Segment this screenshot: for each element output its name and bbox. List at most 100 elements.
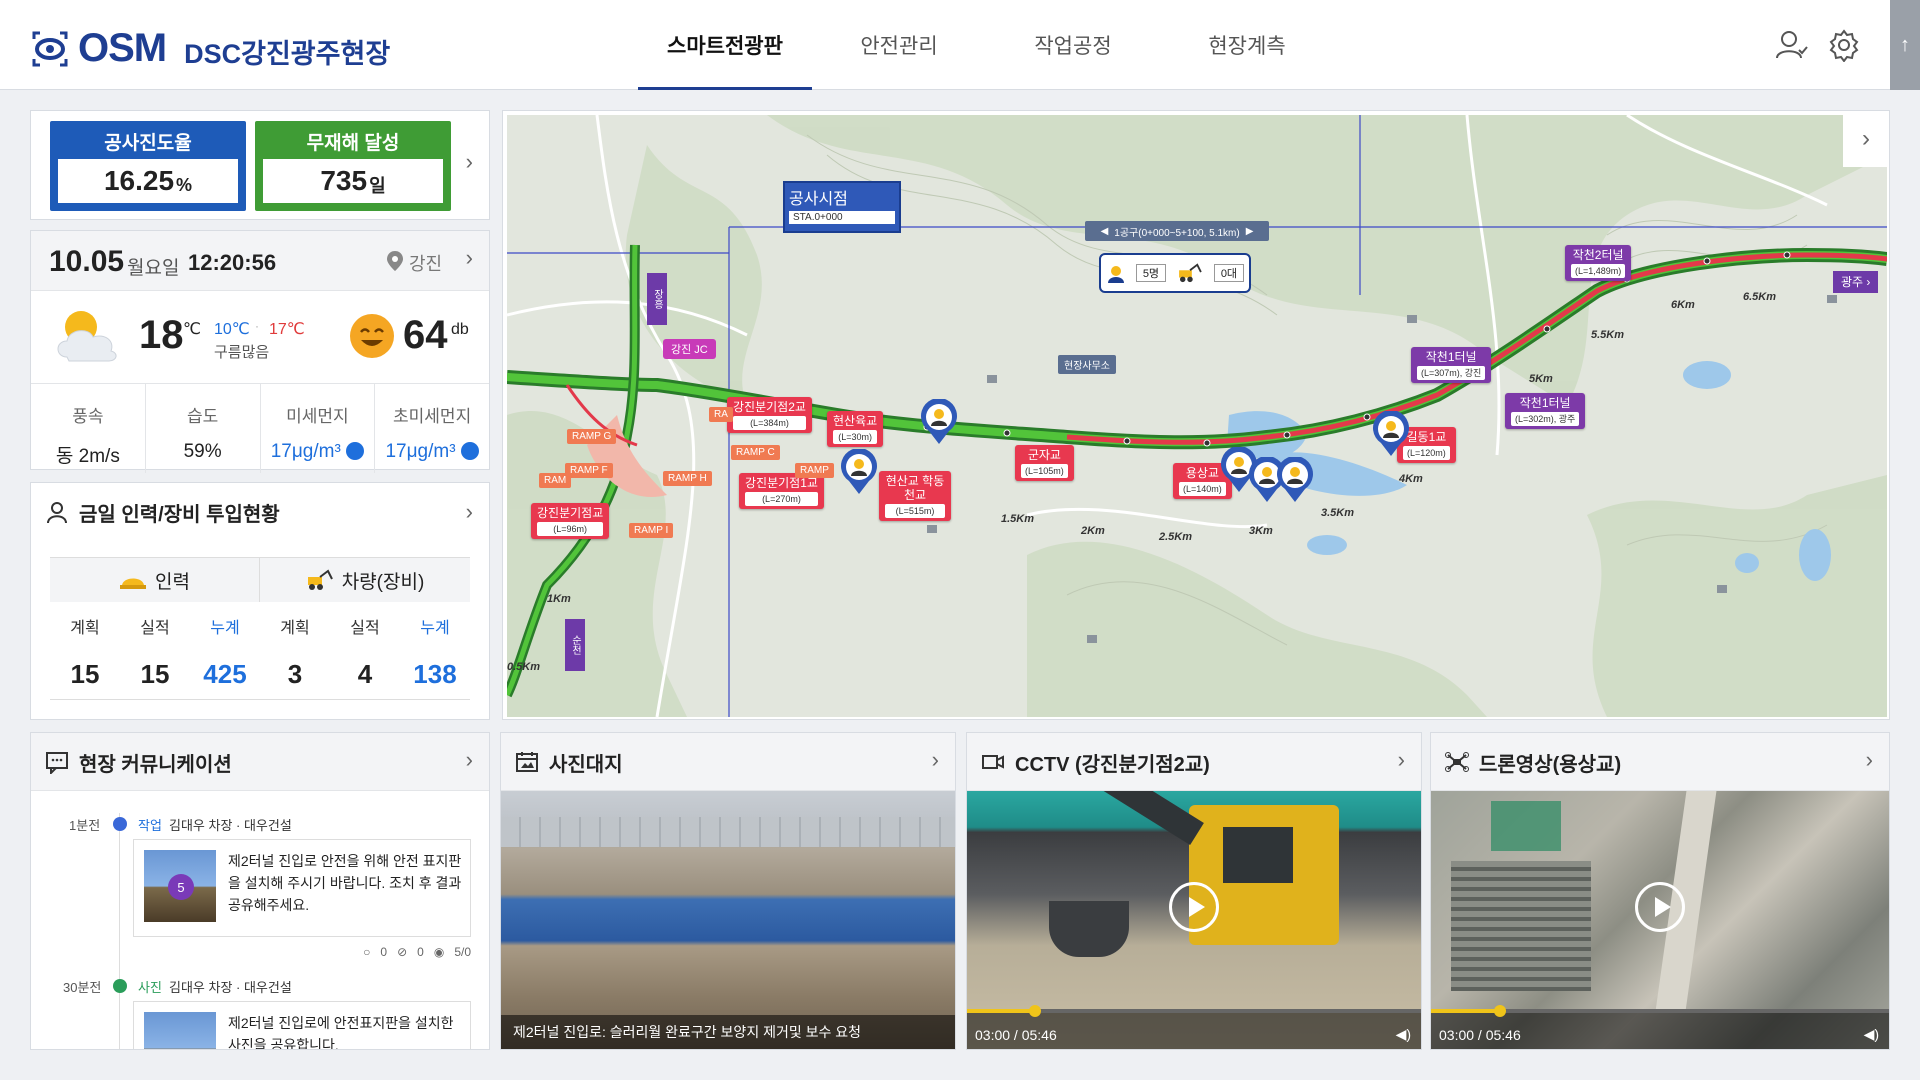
video-time: 03:00 / 05:46 bbox=[1439, 1027, 1521, 1043]
site-photo[interactable]: 제2터널 진입로: 슬러리월 완료구간 보양지 제거및 보수 요청 bbox=[501, 791, 955, 1049]
metric-label: 미세먼지 bbox=[286, 407, 349, 426]
tunnel-tag[interactable]: 작천2터널 (L=1,489m) bbox=[1565, 245, 1632, 281]
view-count: 5/0 bbox=[454, 945, 471, 959]
bridge-tag[interactable]: 현산육교 (L=30m) bbox=[827, 411, 884, 447]
group-label: 인력 bbox=[155, 571, 190, 593]
tunnel-tag[interactable]: 작천1터널 (L=307m), 강진 bbox=[1411, 347, 1492, 383]
tunnel-length: (L=302m), 광주 bbox=[1511, 412, 1580, 426]
cctv-title: CCTV (강진분기점2교) bbox=[981, 733, 1210, 791]
chevron-right-icon[interactable]: › bbox=[932, 747, 939, 773]
kpi-progress[interactable]: 공사진도율 16.25% bbox=[50, 121, 246, 211]
bridge-name: 현산교 학동천교 bbox=[885, 474, 945, 502]
bridge-name: 현산육교 bbox=[833, 414, 878, 428]
map-panel-toggle-button[interactable]: › bbox=[1843, 111, 1889, 167]
scroll-top-button[interactable]: ↑ bbox=[1890, 0, 1920, 90]
video-progress-track[interactable] bbox=[967, 1005, 1421, 1017]
bridge-tag[interactable]: 현산교 학동천교 (L=515m) bbox=[879, 471, 951, 521]
metric-ultrafine-dust: 초미세먼지 17μg/m³ bbox=[375, 384, 489, 473]
workforce-col-header: 실적 bbox=[350, 620, 380, 637]
gear-icon[interactable] bbox=[1827, 28, 1861, 62]
feed-card[interactable]: 5 제2터널 진입로 안전을 위해 안전 표지판을 설치해 주시기 바랍니다. … bbox=[133, 839, 471, 937]
user-icon[interactable] bbox=[1774, 28, 1808, 62]
play-button[interactable] bbox=[1635, 882, 1685, 933]
excavator-arm bbox=[1079, 791, 1204, 846]
site-map[interactable]: 공사시점 STA.0+000 ◀ 1공구(0+000~5+100, 5.1km)… bbox=[502, 110, 1890, 720]
chevron-right-icon[interactable]: › bbox=[1398, 747, 1405, 773]
chevron-right-icon[interactable]: › bbox=[466, 499, 473, 525]
temp-high: 17℃ bbox=[269, 321, 305, 338]
osm-logo-icon bbox=[32, 31, 68, 66]
drone-video[interactable]: 03:00 / 05:46 ◀) bbox=[1431, 791, 1889, 1049]
workforce-value: 3 bbox=[287, 659, 303, 689]
feed-time: 30분전 bbox=[63, 980, 102, 995]
video-progress-knob[interactable] bbox=[1493, 1005, 1506, 1017]
bridge-length: (L=105m) bbox=[1021, 464, 1068, 478]
bridge-name: 군자교 bbox=[1027, 448, 1061, 462]
feed-item[interactable]: 30분전 사진 김대우 차장 · 대우건설 제2터널 진입로에 안전표지판을 설… bbox=[31, 975, 489, 1049]
temperature-unit: ℃ bbox=[183, 321, 201, 338]
video-progress-track[interactable] bbox=[1431, 1005, 1889, 1017]
jc-label[interactable]: 강진 JC bbox=[663, 339, 716, 359]
ramp-label: RAMP bbox=[795, 463, 834, 478]
kpi-accident-free-unit: 일 bbox=[369, 176, 386, 196]
chevron-right-icon[interactable]: › bbox=[466, 149, 473, 175]
worker-location-pin-icon[interactable] bbox=[919, 399, 959, 445]
video-controls[interactable]: 03:00 / 05:46 ◀) bbox=[967, 1005, 1421, 1049]
feed-author: 김대우 차장 · 대우건설 bbox=[169, 818, 292, 833]
chevron-right-icon[interactable]: › bbox=[466, 747, 473, 773]
tab-site-measure[interactable]: 현장계측 bbox=[1160, 0, 1334, 90]
feed-card[interactable]: 제2터널 진입로에 안전표지판을 설치한 사진을 공유합니다. bbox=[133, 1001, 471, 1049]
km-marker: 0.5Km bbox=[507, 661, 541, 673]
logo[interactable]: OSM DSC강진광주현장 bbox=[30, 26, 390, 71]
cctv-video[interactable]: 03:00 / 05:46 ◀) bbox=[967, 791, 1421, 1049]
video-controls[interactable]: 03:00 / 05:46 ◀) bbox=[1431, 1005, 1889, 1049]
bridge-tag[interactable]: 강진분기점2교 (L=384m) bbox=[727, 397, 812, 433]
kpi-progress-value: 16.25 bbox=[103, 165, 175, 196]
time: 12:20:56 bbox=[188, 250, 277, 275]
workforce-value: 15 bbox=[70, 659, 100, 689]
metric-humidity: 습도 59% bbox=[146, 384, 261, 473]
play-button[interactable] bbox=[1169, 882, 1219, 933]
direction-right-label: 광주 › bbox=[1833, 271, 1879, 293]
hardhat-icon bbox=[120, 578, 147, 589]
start-point-marker[interactable]: 공사시점 STA.0+000 bbox=[783, 181, 901, 233]
tab-smart-board[interactable]: 스마트전광판 bbox=[638, 0, 812, 90]
bridge-length: (L=384m) bbox=[733, 416, 806, 430]
chevron-right-icon[interactable]: › bbox=[1866, 747, 1873, 773]
workforce-value: 15 bbox=[140, 659, 170, 689]
start-point-sta: STA.0+000 bbox=[789, 211, 895, 224]
kpi-accident-free[interactable]: 무재해 달성 735 일 bbox=[255, 121, 451, 211]
feed-item[interactable]: 1분전 작업 김대우 차장 · 대우건설 5 제2터널 진입로 안전을 위해 안… bbox=[31, 813, 489, 973]
feed-tag: 작업 bbox=[138, 818, 162, 833]
km-marker: 3Km bbox=[1249, 525, 1273, 537]
tab-work-process[interactable]: 작업공정 bbox=[986, 0, 1160, 90]
structure-block bbox=[1491, 801, 1561, 851]
bridge-name: 강진분기점2교 bbox=[733, 400, 806, 414]
site-office-label[interactable]: 현장사무소 bbox=[1058, 355, 1116, 374]
tunnel-tag[interactable]: 작천1터널 (L=302m), 광주 bbox=[1505, 393, 1586, 429]
video-progress-knob[interactable] bbox=[1029, 1005, 1042, 1017]
worker-location-pin-icon[interactable] bbox=[839, 449, 879, 495]
bridge-tag[interactable]: 강진분기점교 (L=96m) bbox=[531, 503, 610, 539]
tab-safety[interactable]: 안전관리 bbox=[812, 0, 986, 90]
feed-tag: 사진 bbox=[138, 980, 162, 995]
chevron-right-icon[interactable]: › bbox=[466, 245, 473, 271]
direction-right-text: 광주 bbox=[1841, 275, 1864, 289]
site-counter[interactable]: 5명 0대 bbox=[1099, 253, 1251, 293]
volume-icon[interactable]: ◀) bbox=[1396, 1026, 1411, 1043]
volume-icon[interactable]: ◀) bbox=[1864, 1026, 1879, 1043]
worker-location-pin-icon[interactable] bbox=[1275, 457, 1315, 503]
bridge-tag[interactable]: 군자교 (L=105m) bbox=[1015, 445, 1074, 481]
worker-location-pin-icon[interactable] bbox=[1371, 411, 1411, 457]
tunnel-length: (L=307m), 강진 bbox=[1417, 366, 1486, 380]
weather-metrics: 풍속 동 2m/s 습도 59% 미세먼지 17μg/m³ 초미세먼지 17μg/m³ bbox=[31, 383, 489, 473]
drone-panel: 드론영상(용상교) › 03:00 / 05:46 ◀) bbox=[1430, 732, 1890, 1050]
metric-label: 풍속 bbox=[72, 407, 104, 426]
bridge-tag[interactable]: 강진분기점1교 (L=270m) bbox=[739, 473, 824, 509]
metric-value: 59% bbox=[183, 441, 222, 462]
workforce-col-header: 실적 bbox=[140, 620, 170, 637]
metric-value: 17μg/m³ bbox=[385, 441, 456, 462]
workforce-values: 15 15 425 3 4 138 bbox=[50, 650, 470, 700]
location[interactable]: 강진 bbox=[409, 250, 442, 276]
feed-text: 제2터널 진입로 안전을 위해 안전 표지판을 설치해 주시기 바랍니다. 조치… bbox=[228, 853, 462, 913]
